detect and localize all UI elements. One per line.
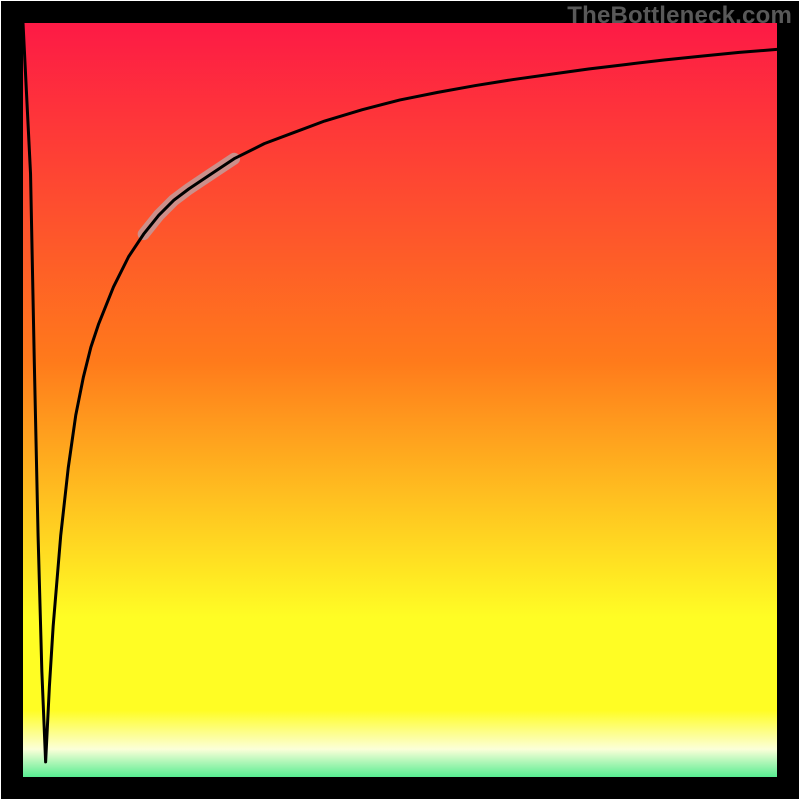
chart-svg — [0, 0, 800, 800]
watermark-text: TheBottleneck.com — [567, 2, 792, 30]
chart-container: TheBottleneck.com — [0, 0, 800, 800]
plot-background — [12, 12, 788, 788]
